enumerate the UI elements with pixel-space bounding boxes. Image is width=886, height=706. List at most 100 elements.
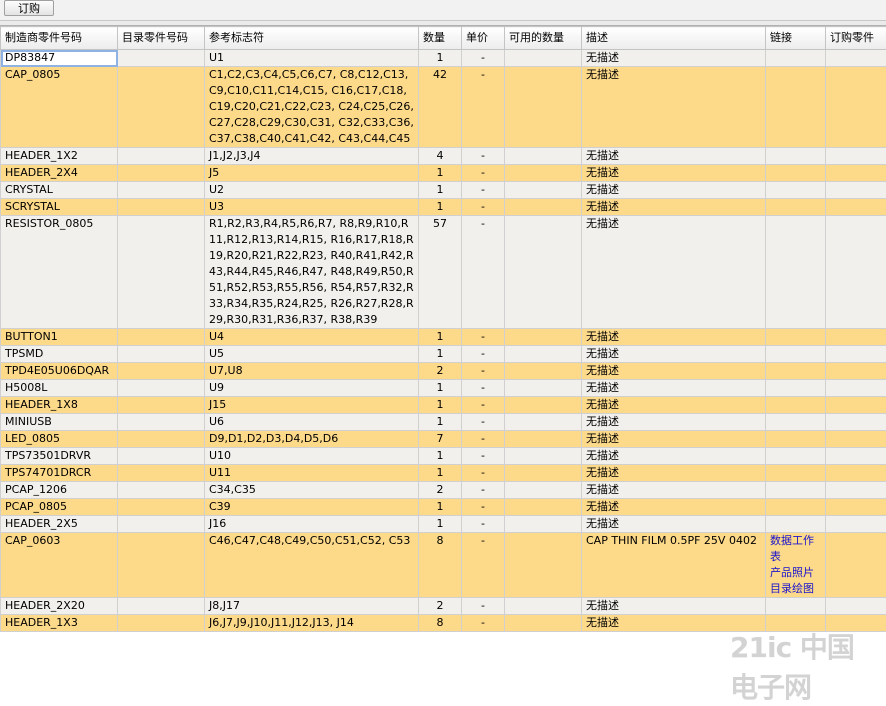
cell-qty[interactable]: 1 [419,414,462,431]
table-row[interactable]: HEADER_1X8J151-无描述 [1,397,886,414]
cell-price[interactable]: - [462,67,505,148]
cell-links[interactable] [766,598,826,615]
cell-catalog[interactable] [118,499,205,516]
cell-catalog[interactable] [118,329,205,346]
cell-qty[interactable]: 1 [419,329,462,346]
cell-catalog[interactable] [118,448,205,465]
table-row[interactable]: HEADER_1X2J1,J2,J3,J44-无描述 [1,148,886,165]
col-header-available[interactable]: 可用的数量 [505,27,582,50]
cell-links[interactable] [766,50,826,67]
cell-refdes[interactable]: J16 [205,516,419,533]
cell-refdes[interactable]: U10 [205,448,419,465]
cell-mpn[interactable]: SCRYSTAL [1,199,118,216]
cell-catalog[interactable] [118,414,205,431]
cell-order[interactable] [826,182,886,199]
cell-links[interactable] [766,67,826,148]
cell-order[interactable] [826,199,886,216]
col-header-catalog[interactable]: 目录零件号码 [118,27,205,50]
cell-price[interactable]: - [462,499,505,516]
cell-order[interactable] [826,533,886,598]
table-row[interactable]: CAP_0805C1,C2,C3,C4,C5,C6,C7, C8,C12,C13… [1,67,886,148]
table-row[interactable]: PCAP_1206C34,C352-无描述 [1,482,886,499]
cell-available[interactable] [505,482,582,499]
cell-mpn[interactable]: TPS73501DRVR [1,448,118,465]
cell-links[interactable] [766,148,826,165]
cell-qty[interactable]: 1 [419,380,462,397]
cell-description[interactable]: 无描述 [582,329,766,346]
cell-catalog[interactable] [118,67,205,148]
cell-qty[interactable]: 1 [419,397,462,414]
table-row[interactable]: TPSMDU51-无描述 [1,346,886,363]
cell-mpn[interactable]: HEADER_1X3 [1,615,118,632]
cell-order[interactable] [826,50,886,67]
cell-catalog[interactable] [118,50,205,67]
cell-links[interactable] [766,329,826,346]
cell-qty[interactable]: 8 [419,533,462,598]
cell-links[interactable] [766,431,826,448]
cell-order[interactable] [826,397,886,414]
cell-refdes[interactable]: J6,J7,J9,J10,J11,J12,J13, J14 [205,615,419,632]
cell-price[interactable]: - [462,414,505,431]
table-row[interactable]: RESISTOR_0805R1,R2,R3,R4,R5,R6,R7, R8,R9… [1,216,886,329]
cell-refdes[interactable]: U6 [205,414,419,431]
cell-mpn[interactable]: PCAP_1206 [1,482,118,499]
cell-qty[interactable]: 8 [419,615,462,632]
cell-description[interactable]: 无描述 [582,50,766,67]
cell-refdes[interactable]: D9,D1,D2,D3,D4,D5,D6 [205,431,419,448]
table-row[interactable]: DP83847U11-无描述 [1,50,886,67]
cell-available[interactable] [505,363,582,380]
cell-links[interactable] [766,516,826,533]
cell-available[interactable] [505,598,582,615]
cell-catalog[interactable] [118,431,205,448]
cell-qty[interactable]: 1 [419,448,462,465]
cell-description[interactable]: 无描述 [582,216,766,329]
cell-mpn[interactable]: CRYSTAL [1,182,118,199]
col-header-price[interactable]: 单价 [462,27,505,50]
cell-available[interactable] [505,165,582,182]
table-row[interactable]: CAP_0603C46,C47,C48,C49,C50,C51,C52, C53… [1,533,886,598]
cell-order[interactable] [826,380,886,397]
cell-available[interactable] [505,50,582,67]
cell-links[interactable] [766,346,826,363]
cell-mpn[interactable]: H5008L [1,380,118,397]
table-row[interactable]: HEADER_2X5J161-无描述 [1,516,886,533]
cell-description[interactable]: 无描述 [582,199,766,216]
cell-catalog[interactable] [118,516,205,533]
cell-order[interactable] [826,465,886,482]
cell-price[interactable]: - [462,199,505,216]
cell-mpn[interactable]: PCAP_0805 [1,499,118,516]
cell-order[interactable] [826,598,886,615]
cell-qty[interactable]: 1 [419,516,462,533]
cell-links[interactable] [766,448,826,465]
cell-links[interactable] [766,182,826,199]
cell-price[interactable]: - [462,329,505,346]
cell-catalog[interactable] [118,533,205,598]
cell-mpn[interactable]: HEADER_1X2 [1,148,118,165]
cell-description[interactable]: 无描述 [582,448,766,465]
cell-mpn[interactable]: MINIUSB [1,414,118,431]
cell-qty[interactable]: 1 [419,165,462,182]
cell-catalog[interactable] [118,199,205,216]
cell-mpn[interactable]: HEADER_2X20 [1,598,118,615]
cell-order[interactable] [826,499,886,516]
table-row[interactable]: MINIUSBU61-无描述 [1,414,886,431]
cell-available[interactable] [505,431,582,448]
cell-available[interactable] [505,465,582,482]
col-header-description[interactable]: 描述 [582,27,766,50]
cell-qty[interactable]: 2 [419,598,462,615]
cell-available[interactable] [505,499,582,516]
col-header-refdes[interactable]: 参考标志符 [205,27,419,50]
cell-refdes[interactable]: J8,J17 [205,598,419,615]
cell-refdes[interactable]: U7,U8 [205,363,419,380]
cell-qty[interactable]: 4 [419,148,462,165]
cell-mpn[interactable]: TPSMD [1,346,118,363]
cell-mpn[interactable]: TPS74701DRCR [1,465,118,482]
cell-qty[interactable]: 1 [419,465,462,482]
cell-refdes[interactable]: R1,R2,R3,R4,R5,R6,R7, R8,R9,R10,R11,R12,… [205,216,419,329]
cell-description[interactable]: 无描述 [582,431,766,448]
cell-description[interactable]: 无描述 [582,363,766,380]
cell-mpn[interactable]: HEADER_2X5 [1,516,118,533]
cell-price[interactable]: - [462,397,505,414]
cell-mpn[interactable]: CAP_0805 [1,67,118,148]
cell-order[interactable] [826,363,886,380]
